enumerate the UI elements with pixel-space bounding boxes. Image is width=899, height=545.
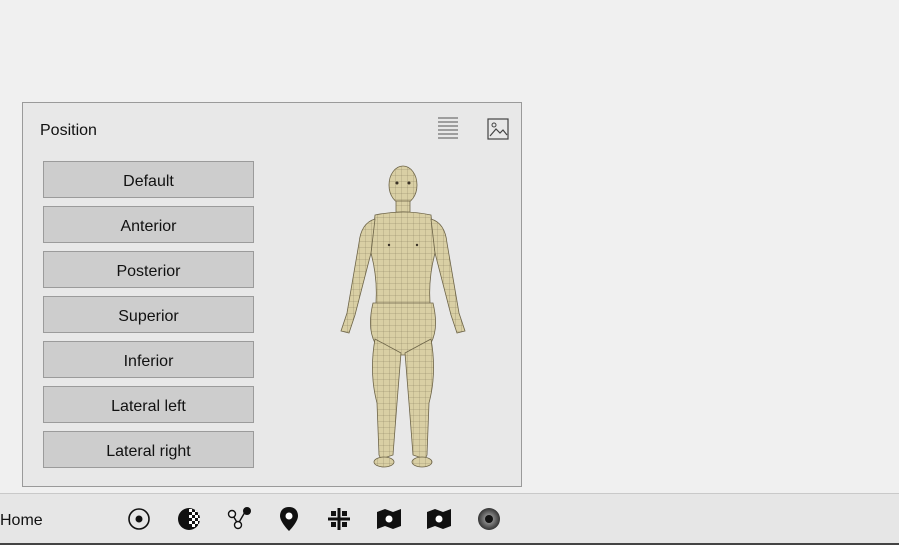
image-view-icon bbox=[487, 118, 509, 140]
lateral-right-button[interactable]: Lateral right bbox=[43, 431, 254, 468]
image-view-button[interactable] bbox=[484, 115, 512, 143]
body-mesh-image bbox=[340, 165, 466, 468]
target-icon bbox=[128, 508, 150, 530]
checker-sphere-icon bbox=[178, 508, 200, 530]
ring-tool-button[interactable] bbox=[476, 506, 502, 532]
map-pin-tool-button[interactable] bbox=[276, 506, 302, 532]
cross-pin-icon bbox=[328, 508, 350, 530]
home-link[interactable]: Home bbox=[0, 512, 43, 530]
bottom-toolbar: Home bbox=[0, 493, 899, 544]
panel-title: Position bbox=[40, 122, 97, 139]
checker-sphere-tool-button[interactable] bbox=[176, 506, 202, 532]
list-view-button[interactable] bbox=[434, 115, 462, 143]
posterior-button[interactable]: Posterior bbox=[43, 251, 254, 288]
superior-button[interactable]: Superior bbox=[43, 296, 254, 333]
lateral-left-button[interactable]: Lateral left bbox=[43, 386, 254, 423]
nodes-icon bbox=[227, 507, 251, 530]
flag-map-icon-2 bbox=[427, 509, 451, 529]
target-tool-button[interactable] bbox=[126, 506, 152, 532]
body-model-preview[interactable] bbox=[323, 163, 483, 473]
list-view-icon bbox=[438, 117, 458, 139]
anterior-button[interactable]: Anterior bbox=[43, 206, 254, 243]
nodes-tool-button[interactable] bbox=[226, 506, 252, 532]
inferior-button[interactable]: Inferior bbox=[43, 341, 254, 378]
position-panel: Position Default Anterior Posterior Supe… bbox=[22, 102, 522, 487]
cross-pin-tool-button[interactable] bbox=[326, 506, 352, 532]
ring-icon bbox=[478, 508, 500, 530]
flag-map-icon bbox=[377, 509, 401, 529]
flag-map-tool-button[interactable] bbox=[376, 506, 402, 532]
flag-map-tool-button-2[interactable] bbox=[426, 506, 452, 532]
default-button[interactable]: Default bbox=[43, 161, 254, 198]
position-button-list: Default Anterior Posterior Superior Infe… bbox=[43, 161, 255, 476]
map-pin-icon bbox=[280, 507, 298, 531]
